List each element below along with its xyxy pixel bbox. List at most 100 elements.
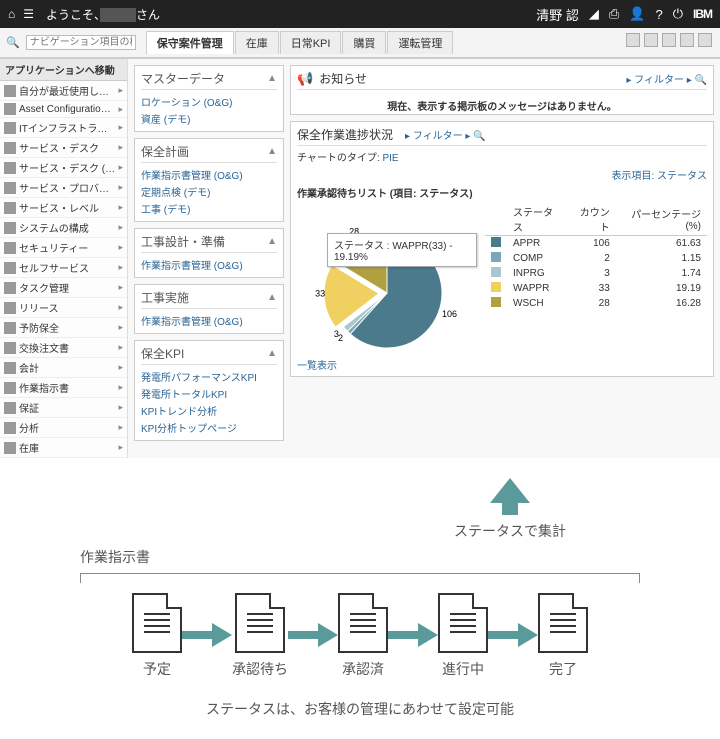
tool-icon-1[interactable] xyxy=(626,33,640,47)
legend-row[interactable]: COMP21.15 xyxy=(485,251,707,266)
nav-item[interactable]: 交換注文書▸ xyxy=(0,338,127,358)
nav-icon xyxy=(4,182,16,194)
nav-item[interactable]: 自分が最近使用したアプ…▸ xyxy=(0,81,127,101)
nav-icon xyxy=(4,362,16,374)
list-view-link[interactable]: 一覧表示 xyxy=(297,357,707,372)
content-area: マスターデータ▲ ロケーション (O&G)資産 (デモ) 保全計画 ▲ 作業指示書… xyxy=(128,59,720,458)
filter-link[interactable]: ▸ フィルター ▸ 🔍 xyxy=(405,127,486,142)
nav-item[interactable]: ITインフラストラクチャー▸ xyxy=(0,118,127,138)
chart-title: 保全作業進捗状況 xyxy=(297,126,393,143)
profile-icon[interactable]: 👤 xyxy=(629,6,645,22)
col-count: カウント xyxy=(567,203,616,236)
chevron-right-icon: ▸ xyxy=(118,222,123,233)
panel-link[interactable]: 資産 (デモ) xyxy=(141,110,277,127)
menu-icon[interactable]: ☰ xyxy=(23,7,34,21)
panel-link[interactable]: 発電所パフォーマンスKPI xyxy=(141,368,277,385)
collapse-icon[interactable]: ▲ xyxy=(267,73,277,84)
collapse-icon[interactable]: ▲ xyxy=(267,146,277,157)
pie-chart[interactable]: 106233328 ステータス : WAPPR(33) - 19.19% xyxy=(297,203,477,353)
nav-item[interactable]: サービス・デスク (O&G)▸ xyxy=(0,158,127,178)
tab-operation[interactable]: 運転管理 xyxy=(387,31,453,54)
flow-arrow-icon xyxy=(288,623,338,650)
tool-icon-2[interactable] xyxy=(644,33,658,47)
legend-row[interactable]: WSCH2816.28 xyxy=(485,296,707,311)
flow-step: 完了 xyxy=(538,593,588,679)
nav-icon xyxy=(4,402,16,414)
nav-item[interactable]: サービス・プロバイダー▸ xyxy=(0,178,127,198)
username[interactable]: 清野 認 xyxy=(536,5,579,24)
nav-item[interactable]: サービス・レベル▸ xyxy=(0,198,127,218)
bulletin-icon[interactable]: ◢ xyxy=(589,6,599,22)
chevron-right-icon: ▸ xyxy=(118,242,123,253)
collapse-icon[interactable]: ▲ xyxy=(267,292,277,303)
nav-icon xyxy=(4,322,16,334)
panel-link[interactable]: 定期点検 (デモ) xyxy=(141,183,277,200)
nav-item[interactable]: 在庫▸ xyxy=(0,438,127,458)
nav-item[interactable]: セルフサービス▸ xyxy=(0,258,127,278)
up-arrow-icon xyxy=(490,478,530,503)
tool-icon-4[interactable] xyxy=(680,33,694,47)
tab-inventory[interactable]: 在庫 xyxy=(235,31,279,54)
nav-icon xyxy=(4,85,16,97)
tab-daily-kpi[interactable]: 日常KPI xyxy=(280,31,342,54)
nav-item[interactable]: セキュリティー▸ xyxy=(0,238,127,258)
nav-icon xyxy=(4,422,16,434)
notice-panel: 📢 お知らせ ▸ フィルター ▸ 🔍 現在、表示する掲示板のメッセージはありませ… xyxy=(290,65,714,115)
nav-item[interactable]: タスク管理▸ xyxy=(0,278,127,298)
nav-icon xyxy=(4,142,16,154)
panel-link[interactable]: 作業指示書管理 (O&G) xyxy=(141,166,277,183)
panel-link[interactable]: 発電所トータルKPI xyxy=(141,385,277,402)
panel-link[interactable]: ロケーション (O&G) xyxy=(141,93,277,110)
nav-item[interactable]: 予防保全▸ xyxy=(0,318,127,338)
nav-item[interactable]: システムの構成▸ xyxy=(0,218,127,238)
panel-title: 保全計画 xyxy=(141,143,189,160)
nav-icon xyxy=(4,222,16,234)
chevron-right-icon: ▸ xyxy=(118,322,123,333)
panel-title: 工事実施 xyxy=(141,289,189,306)
nav-item[interactable]: Asset Configuration Ma…▸ xyxy=(0,101,127,118)
nav-icon xyxy=(4,242,16,254)
nav-item[interactable]: 会計▸ xyxy=(0,358,127,378)
nav-icon xyxy=(4,382,16,394)
panel-link[interactable]: KPI分析トップページ xyxy=(141,419,277,436)
col-pct: パーセンテージ (%) xyxy=(616,203,707,236)
chart-type-link[interactable]: PIE xyxy=(382,153,398,164)
logout-icon[interactable]: ⏻ xyxy=(673,6,683,22)
footnote: ステータスは、お客様の管理にあわせて設定可能 xyxy=(30,699,690,719)
chevron-right-icon: ▸ xyxy=(118,182,123,193)
panel-link[interactable]: 工事 (デモ) xyxy=(141,200,277,217)
tool-icon-3[interactable] xyxy=(662,33,676,47)
display-item-link[interactable]: ステータス xyxy=(657,171,707,182)
nav-item[interactable]: サービス・デスク▸ xyxy=(0,138,127,158)
chart-list-title: 作業承認待ちリスト (項目: ステータス) xyxy=(297,189,473,200)
nav-item[interactable]: 分析▸ xyxy=(0,418,127,438)
reports-icon[interactable]: ⎙ xyxy=(609,6,619,22)
help-icon[interactable]: ? xyxy=(655,7,662,22)
collapse-icon[interactable]: ▲ xyxy=(267,236,277,247)
panel-kpi: 保全KPI▲ 発電所パフォーマンスKPI発電所トータルKPIKPIトレンド分析K… xyxy=(134,340,284,441)
filter-link[interactable]: ▸ フィルター ▸ 🔍 xyxy=(626,71,707,86)
nav-icon xyxy=(4,282,16,294)
svg-text:106: 106 xyxy=(442,309,457,319)
nav-item[interactable]: 保証▸ xyxy=(0,398,127,418)
nav-sidebar: アプリケーションへ移動 自分が最近使用したアプ…▸Asset Configura… xyxy=(0,59,128,458)
nav-item[interactable]: リリース▸ xyxy=(0,298,127,318)
tab-purchase[interactable]: 購買 xyxy=(342,31,386,54)
nav-search-input[interactable] xyxy=(26,35,136,50)
collapse-icon[interactable]: ▲ xyxy=(267,348,277,359)
search-row: 🔍 保守案件管理 在庫 日常KPI 購買 運転管理 xyxy=(0,28,720,58)
legend-row[interactable]: INPRG31.74 xyxy=(485,266,707,281)
legend-row[interactable]: APPR10661.63 xyxy=(485,236,707,252)
nav-header: アプリケーションへ移動 xyxy=(0,59,127,81)
legend-row[interactable]: WAPPR3319.19 xyxy=(485,281,707,296)
home-icon[interactable]: ⌂ xyxy=(8,7,15,21)
panel-exec: 工事実施 ▲ 作業指示書管理 (O&G) xyxy=(134,284,284,334)
panel-link[interactable]: KPIトレンド分析 xyxy=(141,402,277,419)
nav-item[interactable]: 作業指示書▸ xyxy=(0,378,127,398)
panel-master-data: マスターデータ▲ ロケーション (O&G)資産 (デモ) xyxy=(134,65,284,132)
tool-icon-5[interactable] xyxy=(698,33,712,47)
flow-step: 承認済 xyxy=(338,593,388,679)
tab-maintenance[interactable]: 保守案件管理 xyxy=(146,31,234,54)
panel-link[interactable]: 作業指示書管理 (O&G) xyxy=(141,312,277,329)
panel-link[interactable]: 作業指示書管理 (O&G) xyxy=(141,256,277,273)
